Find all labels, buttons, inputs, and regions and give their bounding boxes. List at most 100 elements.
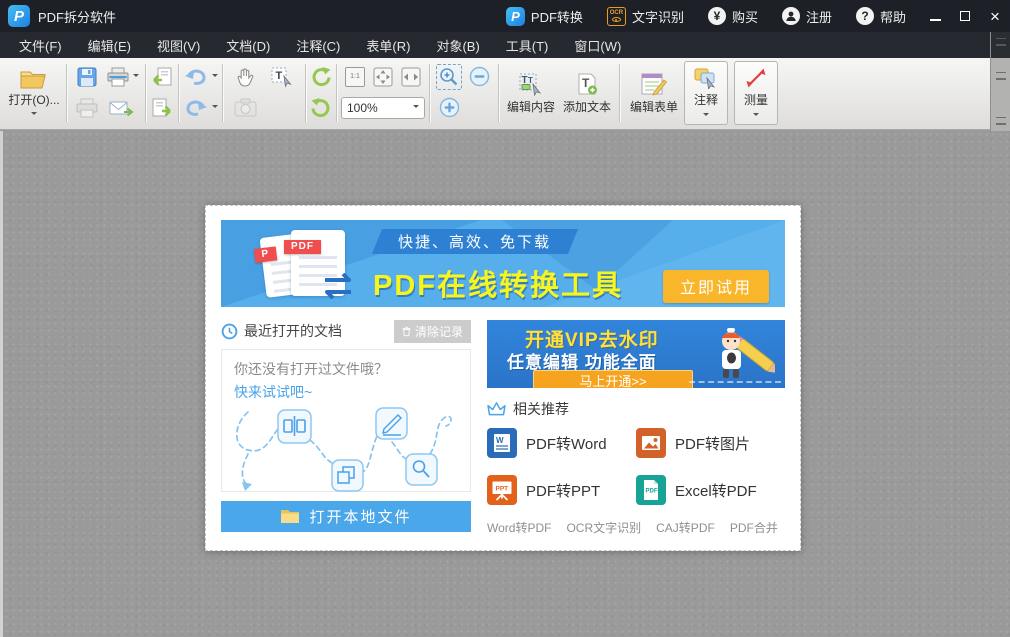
banner-title: PDF在线转换工具 [373, 262, 623, 304]
open-local-file-button[interactable]: 打开本地文件 [221, 501, 471, 532]
annotate-dropdown-caret[interactable] [703, 113, 709, 119]
empty-state-line2: 快来试试吧~ [234, 382, 458, 402]
edit-content-button[interactable]: T T 编辑内容 [503, 61, 559, 125]
add-text-icon: T [575, 72, 599, 96]
page-forward-icon [150, 97, 174, 119]
next-view-button[interactable] [150, 97, 174, 119]
menu-tools[interactable]: 工具(T) [493, 32, 562, 58]
actual-size-button[interactable]: 1:1 [345, 67, 365, 87]
page-back-icon [150, 66, 174, 88]
rotate-ccw-button[interactable] [310, 66, 332, 88]
recommend-pdf-to-word[interactable]: W PDF转Word [487, 428, 636, 458]
split-doodle-icon [278, 410, 311, 443]
svg-text:T: T [528, 76, 533, 85]
vip-decor [689, 381, 781, 383]
ocr-icon: OCR [607, 7, 626, 26]
undo-button[interactable] [183, 67, 218, 87]
save-button[interactable] [76, 66, 98, 88]
strip-toggle-icon[interactable] [996, 38, 1006, 46]
close-button[interactable]: × [980, 0, 1010, 32]
previous-view-button[interactable] [150, 66, 174, 88]
vip-activate-button[interactable]: 马上开通>> [533, 370, 693, 388]
toolbar: 打开(O)... [0, 58, 1010, 130]
open-file-button[interactable]: 打开(O)... [6, 61, 62, 125]
marquee-zoom-button[interactable] [436, 64, 462, 90]
recent-docs-empty-state: 你还没有打开过文件哦？ 快来试试吧~ [221, 349, 471, 492]
print-dropdown-caret[interactable] [133, 74, 139, 80]
fit-width-button[interactable] [400, 66, 422, 88]
clear-history-button[interactable]: 清除记录 [394, 320, 471, 343]
menu-view[interactable]: 视图(V) [144, 32, 213, 58]
clock-icon [221, 323, 238, 340]
document-workspace: P PDF 快捷、高效、免下载 PDF在线转换工具 立即试用 [0, 131, 1010, 637]
titlebar-action-register[interactable]: 注册 [772, 0, 842, 32]
quick-print-button[interactable] [75, 98, 99, 118]
svg-text:PDF: PDF [646, 489, 658, 495]
menu-object[interactable]: 对象(B) [423, 32, 492, 58]
toolbar-overflow-strip[interactable] [990, 32, 1010, 131]
try-now-button[interactable]: 立即试用 [663, 270, 769, 303]
link-ocr[interactable]: OCR文字识别 [566, 519, 641, 536]
measure-icon [744, 67, 768, 89]
maximize-button[interactable] [950, 0, 980, 32]
quick-print-icon [75, 98, 99, 118]
rotate-ccw-icon [310, 66, 332, 88]
menu-file[interactable]: 文件(F) [6, 32, 75, 58]
zoom-out-button[interactable] [469, 66, 490, 87]
minimize-button[interactable] [920, 0, 950, 32]
vip-promo-banner[interactable]: 开通VIP去水印 任意编辑 功能全面 马上开通>> [487, 320, 785, 388]
fit-page-icon [372, 66, 394, 88]
titlebar: P PDF拆分软件 P PDF转换 OCR 文字识别 ¥ 购买 注册 ? 帮助 [0, 0, 1010, 32]
fit-page-button[interactable] [372, 66, 394, 88]
pdf-to-word-icon: W [487, 428, 517, 458]
doodle-path-illustration [234, 402, 458, 494]
select-text-tool-button[interactable]: T [270, 66, 294, 88]
titlebar-action-pdf-convert[interactable]: P PDF转换 [496, 0, 593, 32]
zoom-in-icon [439, 97, 460, 118]
fit-width-icon [400, 66, 422, 88]
zoom-out-icon [469, 66, 490, 87]
banner-tagline-ribbon: 快捷、高效、免下载 [372, 229, 578, 254]
svg-text:W: W [496, 436, 504, 445]
menu-edit[interactable]: 编辑(E) [75, 32, 144, 58]
menu-form[interactable]: 表单(R) [353, 32, 423, 58]
titlebar-action-help[interactable]: ? 帮助 [846, 0, 916, 32]
redo-dropdown-caret[interactable] [212, 105, 218, 111]
hand-tool-button[interactable] [234, 66, 256, 88]
send-email-button[interactable] [109, 98, 135, 118]
printer-icon [106, 67, 130, 87]
add-text-button[interactable]: T 添加文本 [559, 61, 615, 125]
annotate-button[interactable]: 注释 [684, 61, 728, 125]
email-icon [109, 98, 135, 118]
zoom-in-button[interactable] [439, 97, 460, 118]
hand-icon [234, 66, 256, 88]
strip-toggle-icon[interactable] [996, 117, 1006, 125]
svg-text:T: T [276, 70, 283, 82]
link-pdf-merge[interactable]: PDF合并 [730, 519, 778, 536]
print-setup-button[interactable] [106, 67, 139, 87]
snapshot-button[interactable] [234, 98, 257, 117]
pdf-convert-icon: P [506, 7, 525, 26]
empty-state-line1: 你还没有打开过文件哦？ [234, 359, 458, 379]
online-convert-banner[interactable]: P PDF 快捷、高效、免下载 PDF在线转换工具 立即试用 [221, 220, 785, 307]
trash-icon [402, 326, 411, 337]
menu-annotate[interactable]: 注释(C) [283, 32, 353, 58]
undo-dropdown-caret[interactable] [212, 74, 218, 80]
rotate-cw-button[interactable] [310, 97, 332, 119]
menu-window[interactable]: 窗口(W) [561, 32, 634, 58]
redo-button[interactable] [183, 98, 218, 118]
open-dropdown-caret[interactable] [31, 112, 37, 118]
link-caj-to-pdf[interactable]: CAJ转PDF [656, 519, 715, 536]
titlebar-action-buy[interactable]: ¥ 购买 [698, 0, 768, 32]
recommend-pdf-to-ppt[interactable]: PPT PDF转PPT [487, 475, 636, 505]
edit-form-button[interactable]: 编辑表单 [624, 61, 684, 125]
recommend-pdf-to-image[interactable]: PDF转图片 [636, 428, 785, 458]
zoom-level-select[interactable]: 100% [341, 97, 425, 119]
titlebar-action-ocr[interactable]: OCR 文字识别 [597, 0, 694, 32]
measure-button[interactable]: 测量 [734, 61, 778, 125]
measure-dropdown-caret[interactable] [753, 113, 759, 119]
link-word-to-pdf[interactable]: Word转PDF [487, 519, 551, 536]
recommend-excel-to-pdf[interactable]: PDF Excel转PDF [636, 475, 785, 505]
menu-document[interactable]: 文档(D) [213, 32, 283, 58]
strip-toggle-icon[interactable] [996, 72, 1006, 80]
